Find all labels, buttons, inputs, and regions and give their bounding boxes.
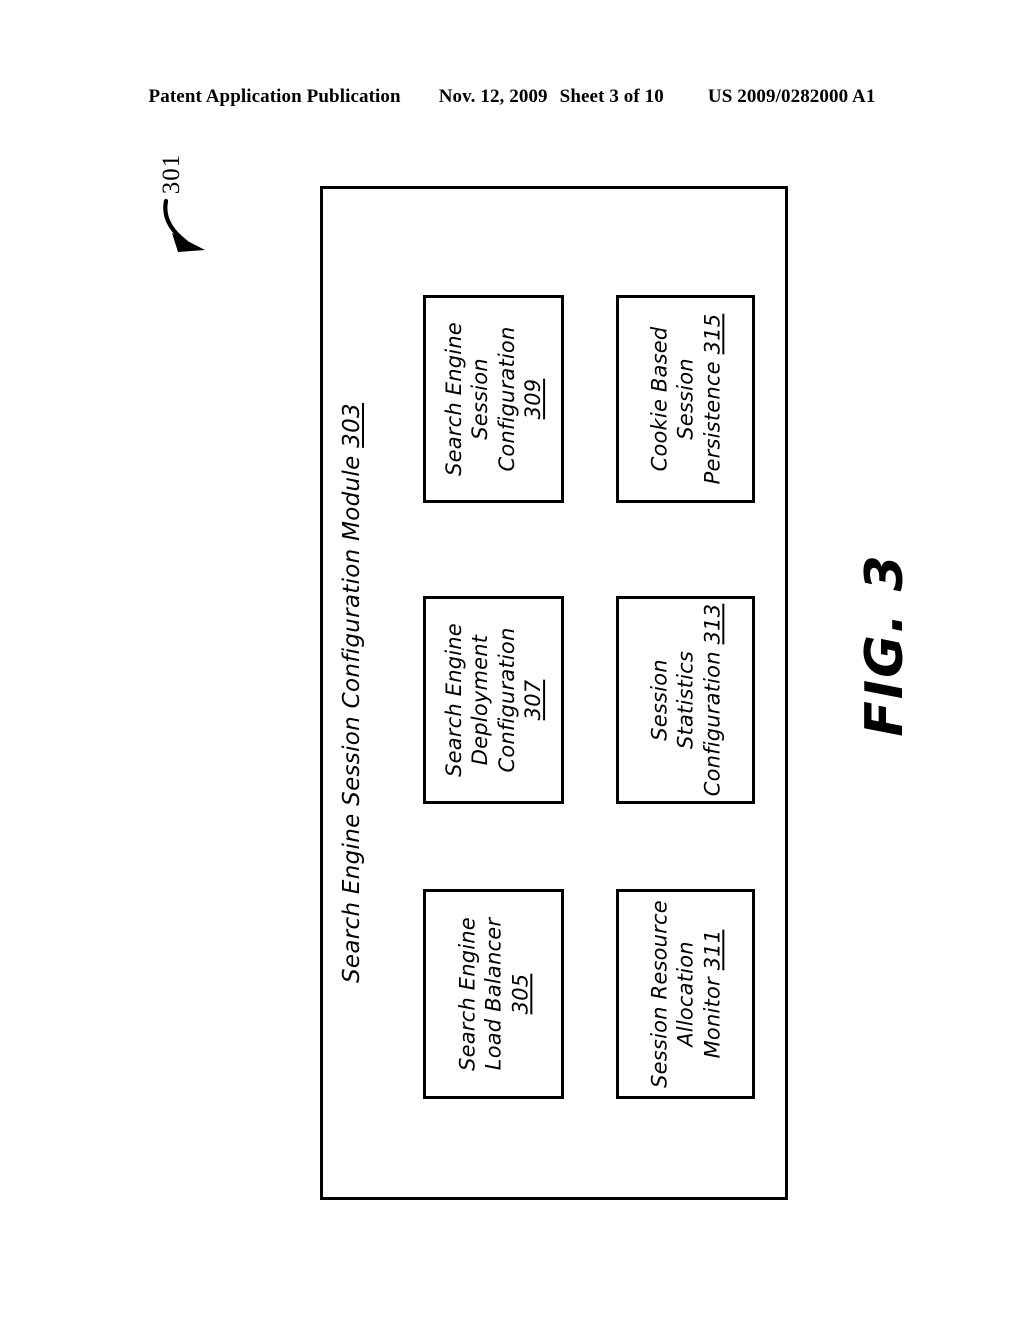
reference-numeral-301-group: 301 (140, 150, 270, 280)
component-line-with-numeral: Configuration 313 (699, 604, 725, 797)
component-line: Search Engine (441, 322, 466, 476)
component-line-with-numeral: Persistence 315 (699, 314, 725, 485)
component-box-311-text: Session Resource Allocation Monitor 311 (646, 900, 725, 1088)
component-line: Deployment (468, 634, 493, 766)
component-line: Configuration (494, 627, 519, 773)
sheet-number: Sheet 3 of 10 (559, 86, 664, 107)
component-box-309-text: Search Engine Session Configuration 309 (441, 322, 547, 476)
component-line: Search Engine (441, 623, 466, 777)
patent-page-header: Patent Application Publication Nov. 12, … (0, 86, 1024, 116)
component-numeral: 305 (507, 973, 532, 1015)
component-line: Configuration (494, 326, 519, 472)
module-title-area: Search Engine Session Configuration Modu… (323, 189, 381, 1197)
figure-caption-text: FIG. 3 (855, 553, 915, 737)
module-title-numeral: 303 (339, 403, 365, 448)
component-box-313: Session Statistics Configuration 313 (616, 596, 755, 804)
component-line: Search Engine (454, 917, 479, 1071)
component-box-315-text: Cookie Based Session Persistence 315 (646, 314, 725, 485)
component-box-311: Session Resource Allocation Monitor 311 (616, 889, 755, 1099)
component-line: Session Resource (646, 900, 671, 1088)
component-line: Cookie Based (646, 326, 671, 472)
figure-caption: FIG. 3 (770, 520, 1000, 750)
component-box-307: Search Engine Deployment Configuration 3… (423, 596, 564, 804)
component-line: Session (673, 358, 698, 440)
search-engine-session-configuration-module-box: Search Engine Session Configuration Modu… (320, 186, 788, 1200)
component-numeral: 313 (699, 603, 724, 645)
component-box-313-text: Session Statistics Configuration 313 (646, 604, 725, 797)
module-title-text: Search Engine Session Configuration Modu… (339, 447, 365, 983)
component-line: Statistics (673, 651, 698, 749)
publication-date: Nov. 12, 2009 (438, 86, 548, 107)
module-title: Search Engine Session Configuration Modu… (339, 403, 365, 983)
component-line-text: Persistence (699, 354, 724, 485)
component-box-309: Search Engine Session Configuration 309 (423, 295, 564, 503)
patent-number: US 2009/0282000 A1 (707, 86, 876, 107)
component-line-text: Monitor (699, 970, 724, 1059)
lead-line-arrow-icon (163, 198, 205, 252)
component-box-307-text: Search Engine Deployment Configuration 3… (441, 623, 547, 777)
publication-label: Patent Application Publication (148, 86, 401, 107)
component-box-315: Cookie Based Session Persistence 315 (616, 295, 755, 503)
component-box-305: Search Engine Load Balancer 305 (423, 889, 564, 1099)
component-numeral: 311 (699, 929, 724, 971)
component-numeral: 309 (520, 378, 545, 420)
component-line: Session (468, 358, 493, 440)
component-line: Session (646, 659, 671, 741)
component-box-305-text: Search Engine Load Balancer 305 (454, 917, 533, 1071)
component-numeral: 307 (520, 679, 545, 721)
component-line-with-numeral: Monitor 311 (699, 900, 725, 1088)
component-line: Load Balancer (481, 917, 506, 1071)
component-line: Allocation (673, 941, 698, 1047)
component-line-text: Configuration (699, 644, 724, 797)
component-numeral: 315 (699, 313, 724, 355)
